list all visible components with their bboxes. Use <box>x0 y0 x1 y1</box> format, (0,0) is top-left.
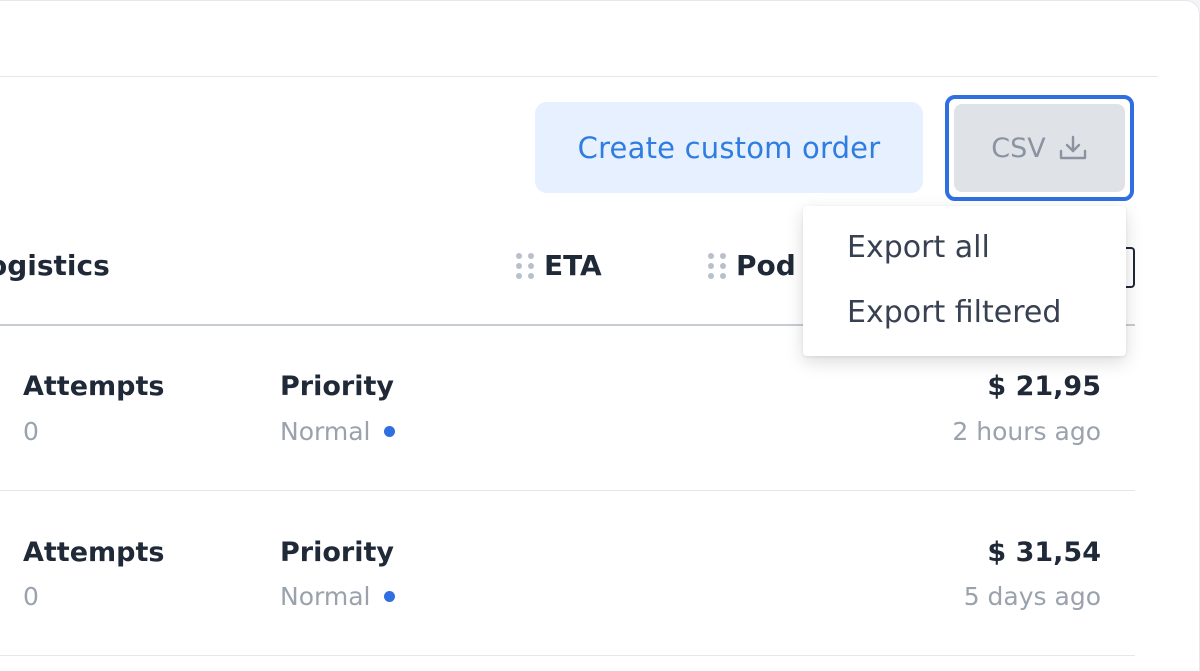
column-header-label: Pod <box>736 249 796 282</box>
download-icon <box>1058 134 1088 162</box>
column-header-logistics[interactable]: ogistics <box>0 249 110 282</box>
csv-button-label: CSV <box>991 132 1046 164</box>
priority-dot-icon <box>384 590 396 602</box>
csv-export-button[interactable]: CSV <box>954 104 1125 192</box>
attempts-value: 0 <box>23 417 39 446</box>
priority-label: Priority <box>280 371 394 402</box>
column-header-pod[interactable]: Pod <box>708 249 796 282</box>
create-custom-order-button[interactable]: Create custom order <box>535 102 923 193</box>
priority-dot-icon <box>384 425 396 437</box>
order-amount: $ 31,54 <box>987 537 1101 568</box>
drag-handle-icon[interactable] <box>516 251 536 281</box>
csv-focus-ring: CSV <box>945 95 1134 201</box>
priority-label: Priority <box>280 537 394 568</box>
priority-text: Normal <box>280 417 371 446</box>
attempts-value: 0 <box>23 582 39 611</box>
column-header-label: ETA <box>544 249 602 282</box>
menu-item-export-all[interactable]: Export all <box>803 226 1126 291</box>
attempts-label: Attempts <box>23 371 165 402</box>
priority-text: Normal <box>280 582 371 611</box>
menu-item-export-filtered[interactable]: Export filtered <box>803 291 1126 356</box>
order-time: 2 hours ago <box>952 417 1101 446</box>
export-dropdown-menu: Export all Export filtered <box>803 206 1126 356</box>
row-divider <box>0 655 1135 656</box>
attempts-label: Attempts <box>23 537 165 568</box>
drag-handle-icon[interactable] <box>708 251 728 281</box>
column-header-eta[interactable]: ETA <box>516 249 602 282</box>
table-row[interactable]: Attempts 0 Priority Normal $ 31,54 5 day… <box>0 491 1135 656</box>
priority-value: Normal <box>280 417 396 446</box>
order-amount: $ 21,95 <box>987 371 1101 402</box>
top-divider <box>0 76 1158 77</box>
orders-panel: Create custom order CSV ogistics ETA Pod <box>0 0 1200 671</box>
priority-value: Normal <box>280 582 396 611</box>
order-time: 5 days ago <box>963 582 1101 611</box>
